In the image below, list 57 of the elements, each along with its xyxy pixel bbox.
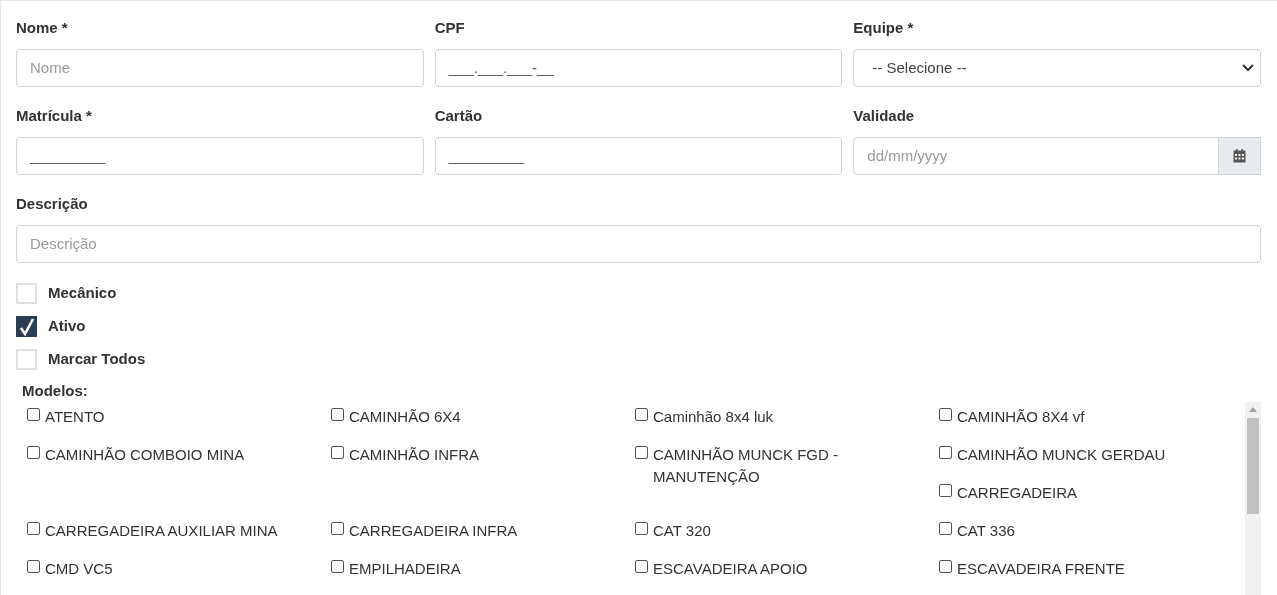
checkbox-label: CARREGADEIRA [957, 483, 1078, 503]
checkbox[interactable] [331, 522, 344, 535]
checkbox-label: Marcar Todos [48, 349, 146, 370]
checkbox[interactable] [27, 522, 40, 535]
field-label: CPF [434, 18, 466, 38]
checkbox-label: CAMINHÃO INFRA [349, 445, 479, 465]
select-field[interactable]: -- Selecione -- [853, 49, 1261, 87]
field-label: Cartão [434, 106, 484, 126]
checkbox-label: CAMINHÃO 8X4 vf [957, 407, 1085, 427]
checkbox[interactable] [939, 522, 952, 535]
input-field[interactable]: _________ [434, 137, 843, 175]
checkbox[interactable] [939, 408, 952, 421]
checkbox-label: CAT 336 [957, 521, 1015, 541]
checkbox-label: ESCAVADEIRA FRENTE [957, 559, 1125, 579]
checkmark-icon [18, 317, 35, 336]
checkbox-label: CARREGADEIRA AUXILIAR MINA [45, 521, 278, 541]
checkbox[interactable] [635, 408, 648, 421]
checkbox-label: CAMINHÃO 6X4 [349, 407, 461, 427]
calendar-icon [1233, 149, 1246, 163]
checkbox-label: Mecânico [48, 283, 117, 304]
checkbox-label: ATENTO [45, 407, 105, 427]
checkbox[interactable] [939, 484, 952, 497]
checkbox[interactable] [16, 316, 37, 337]
checkbox-label: CAMINHÃO MUNCK GERDAU [957, 445, 1166, 465]
checkbox[interactable] [939, 446, 952, 459]
checkbox-label: CAMINHÃO COMBOIO MINA [45, 445, 245, 465]
checkbox[interactable] [331, 560, 344, 573]
checkbox[interactable] [331, 446, 344, 459]
field-label: Nome * [16, 18, 69, 38]
checkbox-label: Caminhão 8x4 luk [653, 407, 774, 427]
checkbox-label: EMPILHADEIRA [349, 559, 461, 579]
checkbox[interactable] [27, 408, 40, 421]
checkbox-label: CAMINHÃO MUNCK FGD - MANUTENÇÃO [653, 445, 839, 487]
section-label: Modelos: [22, 381, 89, 401]
checkbox[interactable] [331, 408, 344, 421]
checkbox[interactable] [635, 446, 648, 459]
field-label: Descrição [16, 194, 89, 214]
field-label: Equipe * [853, 18, 915, 38]
scrollbar-thumb[interactable] [1247, 418, 1259, 514]
scroll-up-icon [1249, 407, 1257, 412]
checkbox[interactable] [939, 560, 952, 573]
checkbox[interactable] [27, 446, 40, 459]
checkbox[interactable] [27, 560, 40, 573]
checkbox-label: CAT 320 [653, 521, 711, 541]
checkbox-label: ESCAVADEIRA APOIO [653, 559, 808, 579]
field-label: Validade [853, 106, 916, 126]
calendar-button[interactable] [1219, 137, 1261, 175]
checkbox[interactable] [635, 522, 648, 535]
scrollbar[interactable] [1245, 402, 1261, 595]
checkbox-label: CMD VC5 [45, 559, 113, 579]
checkbox[interactable] [635, 560, 648, 573]
checkbox-label: CARREGADEIRA INFRA [349, 521, 518, 541]
input-field[interactable]: ___.___.___-__ [434, 49, 843, 87]
input-field[interactable]: _________ [16, 137, 424, 175]
chevron-down-icon [1242, 64, 1254, 72]
field-label: Matrícula * [16, 106, 93, 126]
checkbox-label: Ativo [48, 316, 86, 337]
